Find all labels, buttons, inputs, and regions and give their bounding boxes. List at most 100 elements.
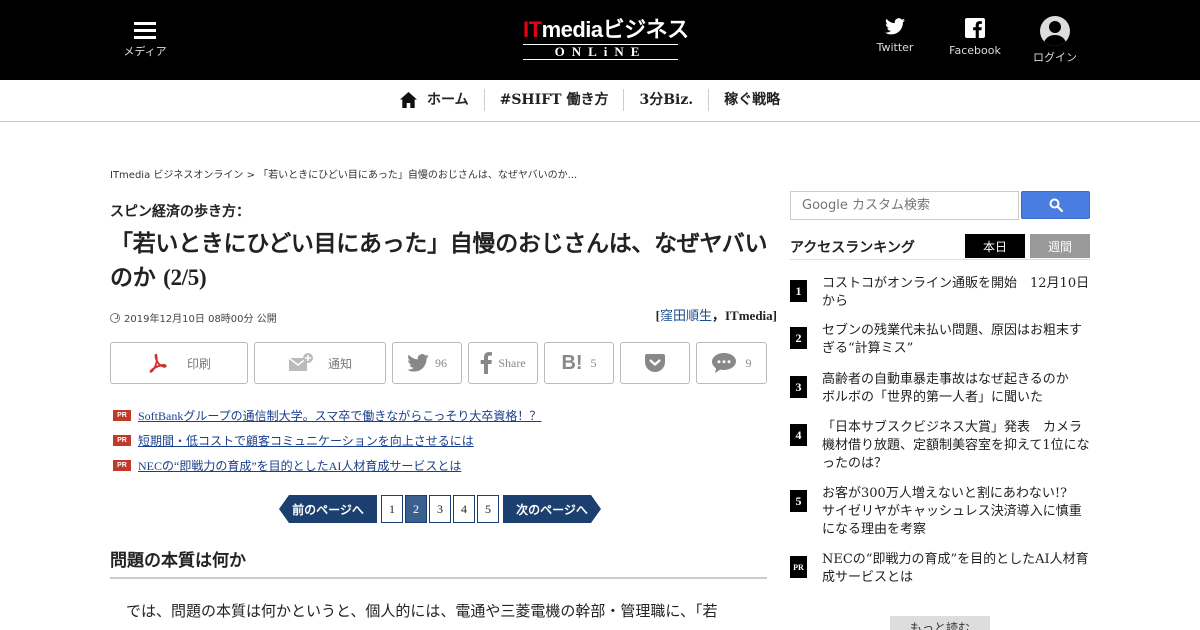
ranking-tab-today[interactable]: 本日	[965, 234, 1025, 258]
author-byline: [窪田順生，ITmedia]	[655, 308, 777, 323]
tweet-count: 96	[435, 355, 447, 370]
rank-number: 5	[790, 490, 807, 512]
page-link-5[interactable]: 5	[477, 495, 499, 523]
page-link-1[interactable]: 1	[381, 495, 403, 523]
main-nav: ホーム #SHIFT 働き方 3分Biz. 稼ぐ戦略	[0, 80, 1200, 122]
mail-plus-icon	[288, 353, 313, 371]
series-title[interactable]: スピン経済の歩き方：	[110, 201, 250, 221]
logo-sub: ONLiNE	[523, 44, 678, 60]
rank-number: 2	[790, 327, 807, 349]
login-label: ログイン	[1033, 51, 1077, 64]
hatena-b-icon: B!	[561, 351, 583, 374]
ranking-item-pr[interactable]: PR NECの“即戦力の育成”を目的としたAI人材育成サービスとは	[790, 551, 1090, 587]
pdf-icon	[149, 353, 167, 373]
login-button[interactable]: ログイン	[1028, 16, 1082, 65]
ranking-item[interactable]: 2 セブンの残業代未払い問題、原因はお粗末すぎる“計算ミス”	[790, 322, 1090, 358]
pr-badge: PR	[113, 435, 131, 446]
breadcrumb-separator: >	[246, 170, 255, 181]
pr-link[interactable]: SoftBankグループの通信制大学。スマ卒で働きながらこっそり大卒資格！？	[138, 407, 541, 424]
media-menu-label: メディア	[123, 45, 167, 58]
rank-title: セブンの残業代未払い問題、原因はお粗末すぎる“計算ミス”	[822, 323, 1083, 356]
facebook-share-label: Share	[498, 355, 526, 370]
breadcrumb-current: 「若いときにひどい目にあった」自慢のおじさんは、なぜヤバいのか...	[258, 170, 578, 181]
hamburger-icon	[134, 22, 156, 40]
nav-item-shift[interactable]: #SHIFT 働き方	[483, 89, 624, 111]
hatena-bookmark-button[interactable]: B! 5	[544, 342, 614, 384]
user-avatar-icon	[1040, 16, 1070, 46]
next-page-button[interactable]: 次のページへ	[503, 495, 601, 523]
ranking-tab-week[interactable]: 週間	[1030, 234, 1090, 258]
page-link-4[interactable]: 4	[453, 495, 475, 523]
print-button[interactable]: 印刷	[110, 342, 248, 384]
author-org: ITmedia	[724, 308, 773, 323]
ranking-item[interactable]: 1 コストコがオンライン通販を開始 12月10日から	[790, 275, 1090, 311]
page-link-2-current[interactable]: 2	[405, 495, 427, 523]
read-more-button[interactable]: もっと読む	[890, 616, 990, 630]
rank-title: 「日本サブスクビジネス大賞」発表 カメラ機材借り放題、定額制美容室を抑えて1位に…	[822, 420, 1090, 471]
rank-title: コストコがオンライン通販を開始 12月10日から	[822, 276, 1090, 309]
article-title: 「若いときにひどい目にあった」自慢のおじさんは、なぜヤバいのか (2/5)	[110, 231, 768, 291]
notify-button[interactable]: 通知	[254, 342, 386, 384]
search-button[interactable]	[1021, 191, 1090, 219]
rank-title: 高齢者の自動車暴走事故はなぜ起きるのか ボルボの「世界的第一人者」に聞いた	[822, 372, 1082, 405]
author-link[interactable]: 窪田順生	[660, 308, 712, 323]
hatena-count: 5	[590, 355, 597, 370]
rank-title: NECの“即戦力の育成”を目的としたAI人材育成サービスとは	[822, 552, 1089, 585]
nav-item-3minbiz[interactable]: 3分Biz.	[623, 89, 708, 111]
rank-pr-badge: PR	[790, 556, 807, 578]
facebook-link[interactable]: Facebook	[945, 18, 1005, 57]
pocket-icon	[645, 354, 665, 372]
ranking-item[interactable]: 4 「日本サブスクビジネス大賞」発表 カメラ機材借り放題、定額制美容室を抑えて1…	[790, 419, 1090, 473]
pr-badge: PR	[113, 460, 131, 471]
pr-item: PR NECの“即戦力の育成”を目的としたAI人材育成サービスとは	[113, 453, 541, 478]
ranking-item[interactable]: 5 お客が300万人増えないと割にあわない!? サイゼリヤがキャッシュレス決済導…	[790, 485, 1090, 539]
rank-number: 1	[790, 280, 807, 302]
media-menu-button[interactable]: メディア	[120, 18, 170, 59]
search-icon	[1049, 198, 1063, 212]
section-heading: 問題の本質は何か	[110, 546, 767, 579]
twitter-link[interactable]: Twitter	[870, 18, 920, 54]
page-link-3[interactable]: 3	[429, 495, 451, 523]
comment-button[interactable]: 9	[696, 342, 767, 384]
ranking-divider	[790, 259, 1090, 260]
prev-page-button[interactable]: 前のページへ	[279, 495, 377, 523]
facebook-icon	[965, 18, 985, 38]
breadcrumb-home[interactable]: ITmedia ビジネスオンライン	[110, 170, 243, 181]
pr-item: PR 短期間・低コストで顧客コミュニケーションを向上させるには	[113, 428, 541, 453]
site-header: メディア ITmediaビジネス ONLiNE Twitter Facebook…	[0, 0, 1200, 80]
search-input[interactable]	[790, 191, 1019, 220]
breadcrumb: ITmedia ビジネスオンライン > 「若いときにひどい目にあった」自慢のおじ…	[110, 166, 577, 181]
print-label: 印刷	[186, 356, 211, 371]
ranking-item[interactable]: 3 高齢者の自動車暴走事故はなぜ起きるのか ボルボの「世界的第一人者」に聞いた	[790, 371, 1090, 407]
body-paragraph: では、問題の本質は何かというと、個人的には、電通や三菱電機の幹部・管理職に、「若	[126, 602, 718, 620]
ranking-title: アクセスランキング	[790, 240, 915, 256]
twitter-label: Twitter	[876, 41, 914, 54]
comment-count: 9	[745, 355, 752, 370]
pr-badge: PR	[113, 410, 131, 421]
comment-bubble-icon	[711, 353, 736, 373]
home-icon	[400, 92, 417, 108]
tweet-button[interactable]: 96	[392, 342, 462, 384]
nav-item-label: ホーム	[427, 92, 469, 108]
facebook-label: Facebook	[949, 44, 1001, 57]
pr-link[interactable]: NECの“即戦力の育成”を目的としたAI人材育成サービスとは	[138, 457, 461, 474]
pr-link-list: PR SoftBankグループの通信制大学。スマ卒で働きながらこっそり大卒資格！…	[113, 403, 541, 478]
rank-number: 4	[790, 424, 807, 446]
facebook-f-icon	[481, 352, 493, 374]
clock-icon	[110, 312, 120, 323]
facebook-share-button[interactable]: Share	[468, 342, 538, 384]
pocket-button[interactable]	[620, 342, 690, 384]
site-logo[interactable]: ITmediaビジネス ONLiNE	[523, 18, 689, 60]
page-indicator: (2/5)	[163, 265, 207, 290]
pr-link[interactable]: 短期間・低コストで顧客コミュニケーションを向上させるには	[138, 432, 474, 449]
pagination: 前のページへ 1 2 3 4 5 次のページへ	[279, 495, 601, 523]
rank-number: 3	[790, 376, 807, 398]
publish-date: 2019年12月10日 08時00分 公開	[110, 310, 277, 325]
nav-item-kasegu[interactable]: 稼ぐ戦略	[708, 89, 795, 111]
pr-item: PR SoftBankグループの通信制大学。スマ卒で働きながらこっそり大卒資格！…	[113, 403, 541, 428]
notify-label: 通知	[327, 356, 352, 371]
publish-date-text: 2019年12月10日 08時00分 公開	[124, 314, 277, 325]
rank-title: お客が300万人増えないと割にあわない!? サイゼリヤがキャッシュレス決済導入に…	[822, 486, 1082, 537]
nav-item-home[interactable]: ホーム	[385, 89, 484, 111]
twitter-icon	[407, 354, 429, 372]
